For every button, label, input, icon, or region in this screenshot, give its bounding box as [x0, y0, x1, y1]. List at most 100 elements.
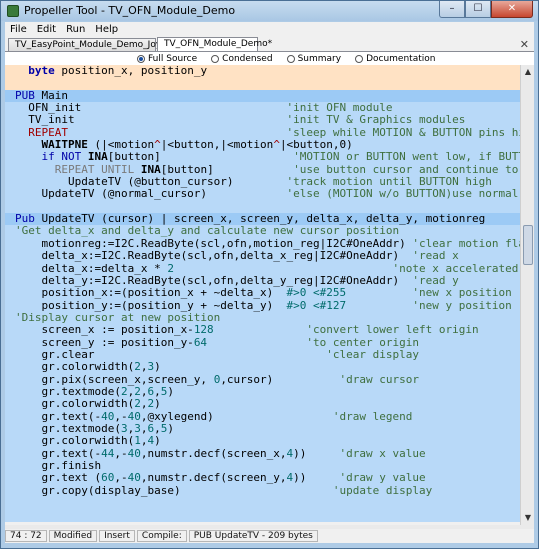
radio-summary[interactable]: Summary — [286, 53, 342, 64]
code-token: 40 — [127, 409, 141, 423]
modified-status: Modified — [48, 530, 98, 542]
code-line[interactable] — [5, 497, 520, 510]
code-token: 'clear display — [326, 347, 419, 361]
code-token: ,numstr.decf(screen_y, — [140, 471, 287, 485]
code-token: 2 — [134, 384, 141, 398]
radio-label: Full Source — [148, 53, 198, 64]
compile-status: Compile: — [136, 530, 187, 542]
code-token: ) — [154, 397, 161, 411]
code-token: gr.text ( — [15, 471, 102, 485]
code-token: 'init TV & Graphics modules — [286, 113, 466, 127]
code-token: 'read x — [412, 249, 459, 263]
method-context: PUB UpdateTV - 209 bytes — [188, 530, 318, 542]
close-button[interactable]: ✕ — [491, 1, 533, 18]
code-token: 3 — [120, 421, 128, 435]
code-token: 1 — [134, 434, 141, 448]
code-token: motionreg:=I2C.ReadByte(scl,ofn,motion_r… — [15, 236, 413, 250]
code-token: 'Display cursor at new position — [15, 310, 221, 324]
code-line[interactable]: UpdateTV (@normal_cursor) 'else (MOTION … — [5, 187, 520, 201]
menu-run[interactable]: Run — [61, 24, 90, 35]
code-token: if NOT — [41, 150, 82, 164]
tab-easypoint-joystick[interactable]: TV_EasyPoint_Module_Demo_Joystick — [8, 38, 182, 51]
code-token: [button] — [107, 150, 294, 164]
code-token: gr.text(- — [15, 409, 102, 423]
code-token: UpdateTV (@button_cursor) — [15, 175, 287, 189]
code-token: gr.text(- — [15, 446, 102, 460]
close-tab-icon[interactable]: ✕ — [520, 38, 529, 51]
code-token: , — [154, 384, 161, 398]
code-token: OFN_init — [15, 101, 287, 115]
title-bar[interactable]: Propeller Tool - TV_OFN_Module_Demo – ☐ … — [1, 1, 538, 21]
radio-dot-icon — [286, 54, 295, 63]
code-token: UpdateTV (@normal_cursor) — [15, 187, 287, 201]
code-token: 'note x accelerated — [392, 261, 519, 275]
code-line[interactable]: gr.copy(display_base) 'update display — [5, 483, 520, 498]
scroll-down-icon[interactable]: ▼ — [523, 513, 533, 523]
radio-condensed[interactable]: Condensed — [211, 53, 273, 64]
code-token: , — [154, 421, 161, 435]
code-token: Pub — [15, 212, 35, 226]
code-token: 40 — [127, 471, 141, 485]
radio-dot-icon — [355, 54, 364, 63]
code-token: gr.colorwidth( — [15, 360, 135, 374]
code-token: 3 — [134, 421, 141, 435]
file-tab-strip: TV_EasyPoint_Module_Demo_Joystick TV_OFN… — [5, 37, 534, 52]
code-token: 'MOTION or BUTTON went low, if BUTTON, — [293, 150, 520, 164]
menu-bar: File Edit Run Help — [5, 22, 534, 37]
code-token: 'draw x value — [339, 446, 426, 460]
code-token: 2 — [134, 397, 141, 411]
code-token: gr.clear — [15, 347, 327, 361]
menu-file[interactable]: File — [5, 24, 32, 35]
code-token: 44 — [101, 446, 115, 460]
radio-documentation[interactable]: Documentation — [355, 54, 435, 64]
propeller-app-icon — [7, 5, 19, 17]
code-token: gr.colorwidth( — [15, 397, 135, 411]
code-token: 40 — [127, 446, 141, 460]
code-token: 'new x position — [412, 286, 512, 300]
radio-full-source[interactable]: Full Source — [137, 54, 197, 64]
radio-dot-icon — [211, 54, 220, 63]
code-token: gr.textmode( — [15, 384, 121, 398]
code-token: ) — [167, 421, 174, 435]
code-token: gr.copy(display_base) — [15, 483, 333, 497]
code-line[interactable]: byte position_x, position_y — [5, 65, 520, 78]
code-editor[interactable]: byte position_x, position_y PUB Main OFN_… — [5, 65, 520, 525]
code-token: gr.finish — [15, 459, 102, 472]
code-token: #>0 <#255 — [286, 286, 347, 300]
scrollbar-thumb[interactable] — [523, 225, 533, 265]
code-token: ^ — [273, 138, 280, 152]
code-line[interactable] — [5, 77, 520, 90]
code-token: 'read y — [412, 273, 459, 287]
maximize-button[interactable]: ☐ — [465, 1, 491, 18]
code-token: byte — [28, 65, 55, 77]
app-window: Propeller Tool - TV_OFN_Module_Demo – ☐ … — [0, 0, 539, 549]
code-token: WAITPNE — [41, 138, 88, 152]
code-line[interactable] — [5, 509, 520, 522]
vertical-scrollbar[interactable]: ▲ ▼ — [520, 65, 534, 525]
tab-ofn-module-demo[interactable]: TV_OFN_Module_Demo* — [157, 37, 272, 52]
code-token: Main — [34, 88, 68, 102]
code-token: screen_x := position_x- — [15, 323, 194, 337]
menu-edit[interactable]: Edit — [32, 24, 61, 35]
scroll-up-icon[interactable]: ▲ — [523, 67, 533, 77]
code-token: 128 — [193, 323, 214, 337]
radio-label: Condensed — [222, 53, 273, 64]
code-token: position_x, position_y — [54, 65, 208, 77]
minimize-button[interactable]: – — [439, 1, 465, 18]
insert-status: Insert — [99, 530, 135, 542]
code-token: [button] — [160, 162, 294, 176]
code-token: gr.colorwidth( — [15, 434, 135, 448]
radio-label: Summary — [297, 53, 342, 64]
code-token: 64 — [193, 335, 208, 349]
menu-help[interactable]: Help — [90, 24, 123, 35]
code-token: position_y:=(position_y + ~delta_y) — [15, 298, 287, 312]
